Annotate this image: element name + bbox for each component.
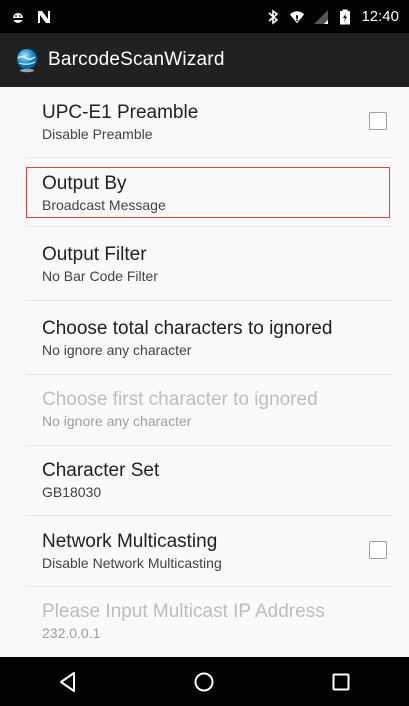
navigation-bar xyxy=(0,657,409,706)
home-icon xyxy=(194,672,214,691)
n-notification-icon xyxy=(36,9,52,25)
recents-button[interactable] xyxy=(311,657,371,706)
app-title: BarcodeScanWizard xyxy=(48,49,225,70)
pref-title: Character Set xyxy=(42,460,160,481)
pref-character-set[interactable]: Character Set GB18030 xyxy=(26,460,392,501)
bluetooth-icon xyxy=(265,8,281,25)
pref-summary: No Bar Code Filter xyxy=(42,268,158,284)
status-time: 12:40 xyxy=(361,8,399,25)
pref-title: Choose total characters to ignored xyxy=(42,318,333,339)
pref-summary: Disable Preamble xyxy=(42,126,153,142)
recents-icon xyxy=(332,673,350,690)
divider xyxy=(26,157,392,158)
pref-first-char-ignored: Choose first character to ignored No ign… xyxy=(26,389,392,430)
android-notification-icon xyxy=(10,9,26,25)
pref-title: Output By xyxy=(42,173,127,194)
divider xyxy=(26,445,392,446)
pref-title: Please Input Multicast IP Address xyxy=(42,601,325,622)
wifi-icon xyxy=(289,9,305,25)
divider xyxy=(26,374,392,375)
pref-multicast-ip: Please Input Multicast IP Address 232.0.… xyxy=(26,601,392,642)
pref-title: Choose first character to ignored xyxy=(42,389,318,410)
pref-summary: Disable Network Multicasting xyxy=(42,555,222,571)
pref-summary: Broadcast Message xyxy=(42,197,166,213)
back-icon xyxy=(60,671,76,692)
divider xyxy=(26,226,392,227)
pref-title: Output Filter xyxy=(42,244,147,265)
home-button[interactable] xyxy=(174,657,234,706)
pref-upc-e1-preamble[interactable]: UPC-E1 Preamble Disable Preamble xyxy=(26,102,392,143)
pref-summary: GB18030 xyxy=(42,484,102,500)
multicasting-checkbox[interactable] xyxy=(369,541,387,559)
divider xyxy=(26,586,392,587)
divider xyxy=(26,300,392,301)
back-button[interactable] xyxy=(38,657,98,706)
action-bar: BarcodeScanWizard xyxy=(0,33,409,87)
pref-output-by[interactable]: Output By Broadcast Message xyxy=(26,173,392,214)
pref-network-multicasting[interactable]: Network Multicasting Disable Network Mul… xyxy=(26,531,392,572)
preference-list[interactable]: UPC-E1 Preamble Disable Preamble Output … xyxy=(0,87,409,657)
pref-total-chars-ignored[interactable]: Choose total characters to ignored No ig… xyxy=(26,318,392,359)
divider xyxy=(26,515,392,516)
pref-title: Network Multicasting xyxy=(42,531,218,552)
pref-title: UPC-E1 Preamble xyxy=(42,102,199,123)
pref-summary: No ignore any character xyxy=(42,342,192,358)
globe-app-icon xyxy=(14,47,40,73)
preamble-checkbox[interactable] xyxy=(369,112,387,130)
signal-icon xyxy=(313,9,329,25)
pref-output-filter[interactable]: Output Filter No Bar Code Filter xyxy=(26,244,392,285)
pref-summary: 232.0.0.1 xyxy=(42,625,101,641)
status-bar: 12:40 xyxy=(0,0,409,33)
pref-summary: No ignore any character xyxy=(42,413,192,429)
battery-icon xyxy=(337,9,353,25)
